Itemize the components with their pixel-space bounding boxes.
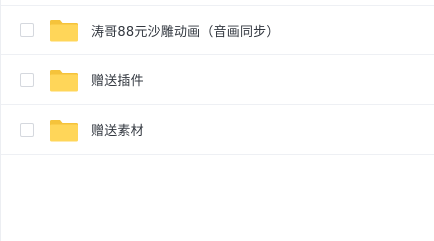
folder-icon bbox=[50, 20, 78, 42]
list-item[interactable]: 赠送插件 bbox=[1, 55, 434, 105]
file-list: 涛哥88元沙雕动画（音画同步） 赠送插件 赠送素材 bbox=[1, 0, 434, 155]
file-name[interactable]: 涛哥88元沙雕动画（音画同步） bbox=[91, 21, 280, 40]
row-checkbox[interactable] bbox=[20, 122, 34, 137]
folder-icon bbox=[50, 69, 78, 91]
list-item[interactable]: 赠送素材 bbox=[1, 105, 434, 155]
list-item[interactable]: 涛哥88元沙雕动画（音画同步） bbox=[1, 0, 434, 55]
file-name[interactable]: 赠送素材 bbox=[91, 120, 144, 139]
row-checkbox[interactable] bbox=[20, 23, 34, 37]
folder-icon bbox=[50, 119, 78, 141]
file-name[interactable]: 赠送插件 bbox=[91, 70, 144, 89]
row-checkbox[interactable] bbox=[20, 72, 34, 87]
